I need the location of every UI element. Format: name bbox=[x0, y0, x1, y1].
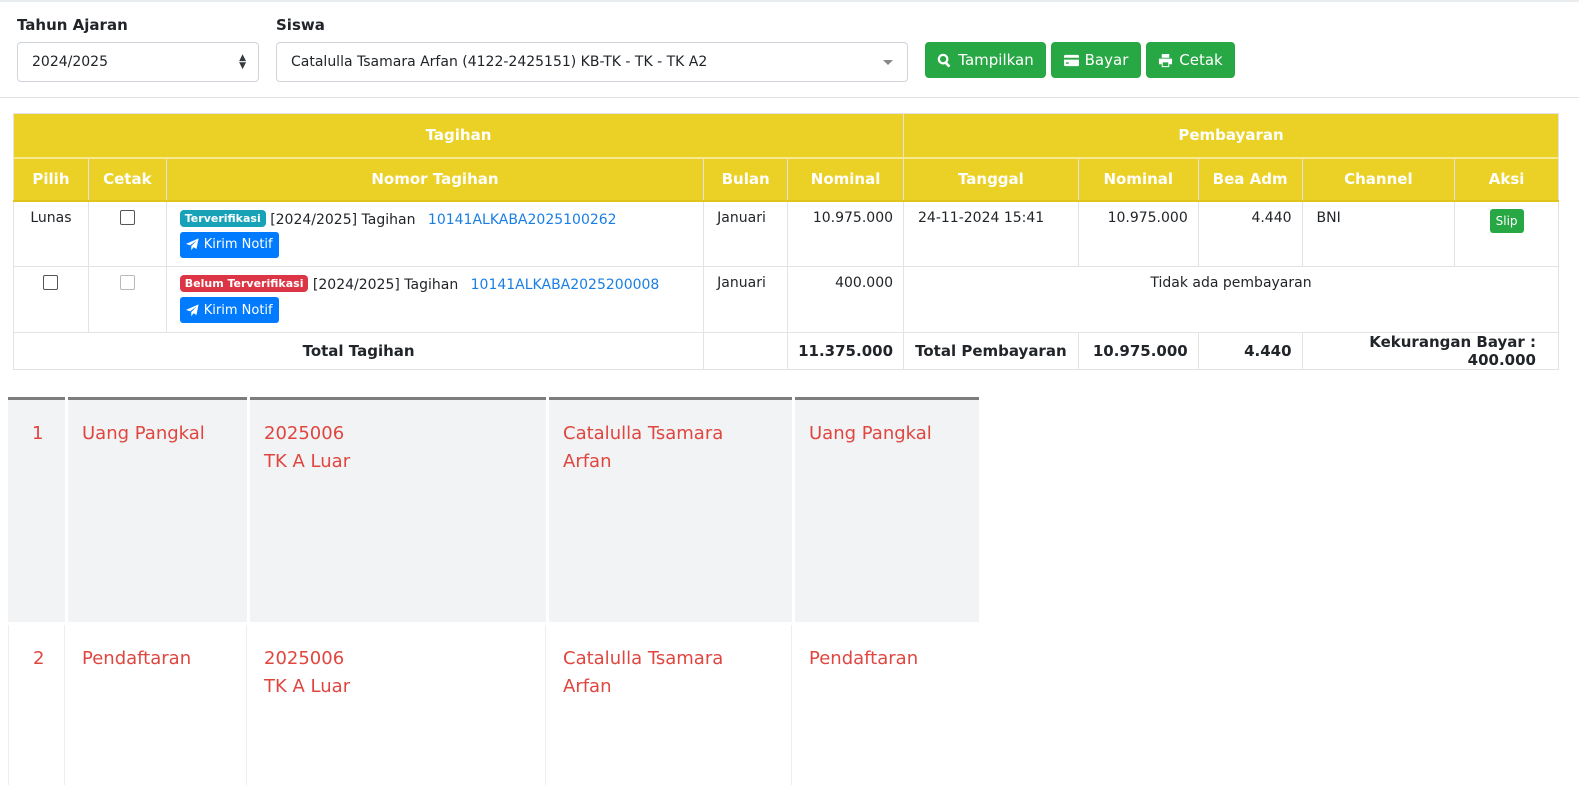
paper-plane-icon bbox=[185, 238, 199, 251]
student-select[interactable]: Catalulla Tsamara Arfan (4122-2425151) K… bbox=[276, 42, 908, 82]
send-notif-button[interactable]: Kirim Notif bbox=[179, 231, 279, 258]
detail-name: Catalulla Tsamara bbox=[563, 423, 724, 444]
billing-table: Tagihan Pembayaran Pilih Cetak Nomor Tag… bbox=[12, 113, 1560, 370]
col-header-cetak: Cetak bbox=[87, 157, 167, 202]
credit-card-icon bbox=[1063, 54, 1079, 66]
show-button-label: Tampilkan bbox=[958, 51, 1034, 69]
detail-code: 2025006 bbox=[264, 423, 345, 444]
detail-type: Uang Pangkal bbox=[68, 397, 247, 622]
bill-number-link[interactable]: 10141ALKABA2025200008 bbox=[471, 277, 660, 293]
bill-month: Januari bbox=[703, 200, 789, 267]
list-item: 1 Uang Pangkal 2025006 TK A Luar Catalul… bbox=[8, 397, 979, 622]
detail-no: 1 bbox=[8, 397, 65, 622]
no-payment-text: Tidak ada pembayaran bbox=[903, 266, 1559, 333]
total-bill-label: Total Tagihan bbox=[12, 332, 705, 370]
col-header-channel: Channel bbox=[1301, 157, 1456, 202]
table-row: Belum Terverifikasi [2024/2025] Tagihan … bbox=[13, 266, 1559, 333]
student-label: Siswa bbox=[276, 16, 325, 34]
totals-row: Total Tagihan 11.375.000 Total Pembayara… bbox=[12, 332, 1560, 370]
send-notif-label: Kirim Notif bbox=[203, 302, 273, 318]
filter-bar: Tahun Ajaran 2024/2025 ▲ ▼ Siswa Catalull… bbox=[0, 0, 1579, 98]
pay-button[interactable]: Bayar bbox=[1051, 42, 1141, 78]
sort-arrows-icon: ▲ ▼ bbox=[239, 53, 246, 71]
payment-group-header: Pembayaran bbox=[903, 113, 1559, 159]
col-header-bulan: Bulan bbox=[703, 157, 789, 202]
print-button[interactable]: Cetak bbox=[1146, 42, 1235, 78]
row-status: Lunas bbox=[13, 200, 89, 267]
payment-fee: 4.440 bbox=[1197, 200, 1303, 267]
select-checkbox[interactable] bbox=[43, 275, 59, 290]
col-header-bea-adm: Bea Adm bbox=[1197, 157, 1303, 202]
detail-desc: Pendaftaran bbox=[809, 648, 919, 669]
detail-class: TK A Luar bbox=[264, 451, 351, 472]
billing-group-header: Tagihan bbox=[12, 113, 905, 159]
detail-type: Pendaftaran bbox=[68, 625, 247, 785]
bill-description: [2024/2025] Tagihan bbox=[270, 211, 416, 228]
detail-code: 2025006 bbox=[264, 648, 345, 669]
total-bill-value: 11.375.000 bbox=[787, 332, 905, 370]
year-select[interactable]: 2024/2025 ▲ ▼ bbox=[17, 42, 259, 82]
status-badge: Belum Terverifikasi bbox=[179, 275, 309, 292]
col-header-nominal: Nominal bbox=[787, 157, 905, 202]
total-payment-value: 10.975.000 bbox=[1077, 332, 1199, 370]
detail-class: TK A Luar bbox=[264, 676, 351, 697]
detail-name-cont: Arfan bbox=[563, 451, 612, 472]
print-checkbox[interactable] bbox=[119, 209, 135, 225]
payment-nominal: 10.975.000 bbox=[1077, 200, 1199, 267]
col-header-nominal-bayar: Nominal bbox=[1077, 157, 1199, 202]
payment-date: 24-11-2024 15:41 bbox=[903, 200, 1079, 267]
caret-down-icon bbox=[883, 60, 893, 65]
bill-description: [2024/2025] Tagihan bbox=[312, 277, 459, 293]
total-payment-label: Total Pembayaran bbox=[903, 332, 1079, 370]
bill-nominal: 10.975.000 bbox=[787, 200, 905, 267]
total-fee-value: 4.440 bbox=[1197, 332, 1303, 370]
print-button-label: Cetak bbox=[1179, 51, 1223, 69]
student-select-value: Catalulla Tsamara Arfan (4122-2425151) K… bbox=[291, 54, 708, 70]
bill-nominal: 400.000 bbox=[787, 266, 905, 333]
status-badge: Terverifikasi bbox=[179, 209, 266, 227]
print-checkbox[interactable] bbox=[119, 275, 135, 290]
col-header-aksi: Aksi bbox=[1454, 157, 1559, 202]
search-icon bbox=[938, 53, 951, 68]
col-header-tanggal: Tanggal bbox=[903, 157, 1079, 202]
detail-name: Catalulla Tsamara bbox=[563, 648, 724, 669]
send-notif-button[interactable]: Kirim Notif bbox=[179, 297, 279, 323]
shortfall-text: Kekurangan Bayar : 400.000 bbox=[1301, 332, 1560, 370]
col-header-pilih: Pilih bbox=[13, 157, 89, 202]
bill-month: Januari bbox=[703, 266, 789, 333]
list-item: 2 Pendaftaran 2025006 TK A Luar Catalull… bbox=[8, 625, 979, 785]
table-row: Lunas Terverifikasi [2024/2025] Tagihan … bbox=[13, 200, 1559, 267]
year-select-value: 2024/2025 bbox=[32, 54, 108, 70]
detail-desc: Uang Pangkal bbox=[795, 397, 979, 622]
show-button[interactable]: Tampilkan bbox=[925, 42, 1046, 78]
col-header-nomor-tagihan: Nomor Tagihan bbox=[165, 157, 705, 202]
payment-channel: BNI bbox=[1301, 200, 1456, 267]
year-label: Tahun Ajaran bbox=[17, 16, 128, 34]
paper-plane-icon bbox=[185, 303, 199, 316]
print-icon bbox=[1159, 53, 1173, 67]
send-notif-label: Kirim Notif bbox=[203, 237, 273, 252]
bill-number-link[interactable]: 10141ALKABA2025100262 bbox=[428, 212, 617, 228]
detail-name-cont: Arfan bbox=[563, 676, 612, 697]
slip-button[interactable]: Slip bbox=[1489, 208, 1524, 233]
detail-no: 2 bbox=[8, 625, 65, 785]
pay-button-label: Bayar bbox=[1084, 51, 1129, 69]
